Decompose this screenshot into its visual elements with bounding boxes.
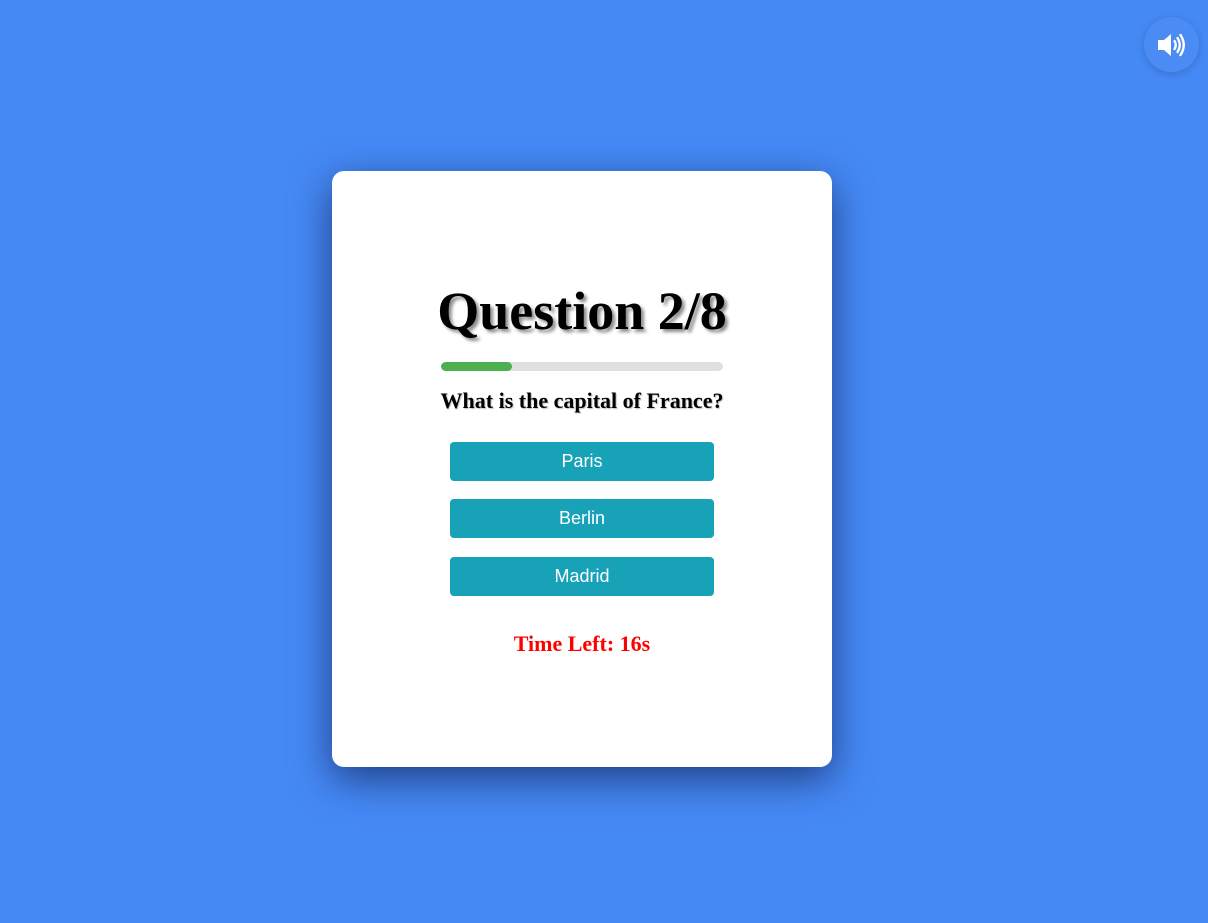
progress-bar <box>441 362 723 371</box>
progress-bar-fill <box>441 362 512 371</box>
sound-toggle-button[interactable] <box>1144 17 1199 72</box>
answer-option-berlin[interactable]: Berlin <box>450 499 714 538</box>
question-counter-title: Question 2/8 <box>437 281 727 341</box>
answer-option-madrid[interactable]: Madrid <box>450 557 714 596</box>
speaker-volume-icon <box>1157 33 1185 56</box>
quiz-card: Question 2/8 What is the capital of Fran… <box>332 171 832 767</box>
question-text: What is the capital of France? <box>440 388 724 413</box>
time-left-text: Time Left: 16s <box>513 631 651 656</box>
answer-options: Paris Berlin Madrid <box>450 442 714 614</box>
answer-option-paris[interactable]: Paris <box>450 442 714 481</box>
